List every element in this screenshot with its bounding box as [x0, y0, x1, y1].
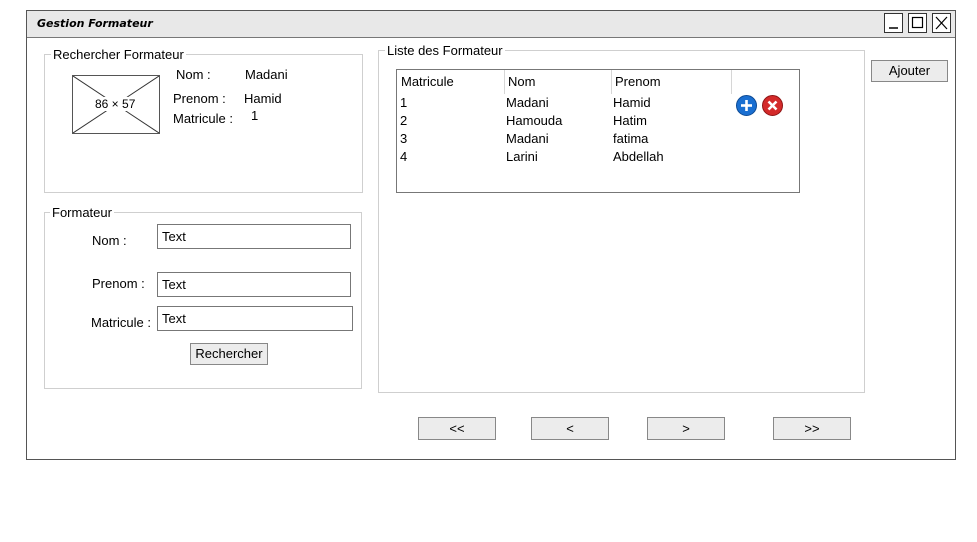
last-page-button[interactable]: >>: [773, 417, 851, 440]
prenom-input[interactable]: Text: [157, 272, 351, 297]
minimize-icon[interactable]: [884, 13, 903, 33]
search-nom-label: Nom :: [176, 67, 211, 82]
matricule-input[interactable]: Text: [157, 306, 353, 331]
column-divider: [731, 70, 732, 94]
column-header-matricule[interactable]: Matricule: [397, 70, 504, 94]
close-icon[interactable]: [932, 13, 951, 33]
form-matricule-label: Matricule :: [91, 315, 151, 330]
column-header-prenom[interactable]: Prenom: [611, 70, 731, 94]
first-page-button[interactable]: <<: [418, 417, 496, 440]
photo-placeholder-label: 86 × 57: [94, 97, 137, 111]
window-title: Gestion Formateur: [37, 17, 153, 30]
cell-matricule: 1: [400, 95, 408, 110]
cell-nom: Madani: [506, 131, 549, 146]
cell-prenom: Abdellah: [613, 149, 664, 164]
list-panel: Liste des Formateur Matricule Nom Prenom…: [378, 44, 865, 393]
column-header-nom[interactable]: Nom: [504, 70, 611, 94]
formateur-panel: Formateur Nom : Text Prenom : Text Matri…: [44, 206, 362, 389]
formateur-table: Matricule Nom Prenom 1 Madani Hamid 2 Ha…: [396, 69, 800, 193]
cell-matricule: 4: [400, 149, 408, 164]
app-window: Gestion Formateur Rechercher Formateur 8…: [26, 10, 956, 460]
formateur-panel-legend: Formateur: [50, 205, 114, 220]
search-matricule-value: 1: [251, 108, 259, 123]
cell-prenom: fatima: [613, 131, 649, 146]
cell-nom: Hamouda: [506, 113, 563, 128]
previous-page-button[interactable]: <: [531, 417, 609, 440]
maximize-icon[interactable]: [908, 13, 927, 33]
cell-prenom: Hatim: [613, 113, 647, 128]
next-page-button[interactable]: >: [647, 417, 725, 440]
search-prenom-label: Prenom :: [173, 91, 226, 106]
list-panel-legend: Liste des Formateur: [385, 43, 505, 58]
delete-icon[interactable]: [762, 95, 783, 116]
form-prenom-label: Prenom :: [92, 276, 145, 291]
cell-nom: Larini: [506, 149, 538, 164]
form-nom-label: Nom :: [92, 233, 127, 248]
cell-nom: Madani: [506, 95, 549, 110]
search-matricule-label: Matricule :: [173, 111, 233, 126]
search-prenom-value: Hamid: [244, 91, 282, 106]
title-bar: Gestion Formateur: [27, 11, 955, 38]
search-nom-value: Madani: [245, 67, 288, 82]
cell-matricule: 2: [400, 113, 408, 128]
cell-matricule: 3: [400, 131, 408, 146]
rechercher-button[interactable]: Rechercher: [190, 343, 268, 365]
add-icon[interactable]: [736, 95, 757, 116]
cell-prenom: Hamid: [613, 95, 651, 110]
ajouter-button[interactable]: Ajouter: [871, 60, 948, 82]
nom-input[interactable]: Text: [157, 224, 351, 249]
search-panel: Rechercher Formateur 86 × 57 Nom : Madan…: [44, 48, 363, 193]
search-panel-legend: Rechercher Formateur: [51, 47, 186, 62]
photo-placeholder: 86 × 57: [72, 75, 160, 134]
